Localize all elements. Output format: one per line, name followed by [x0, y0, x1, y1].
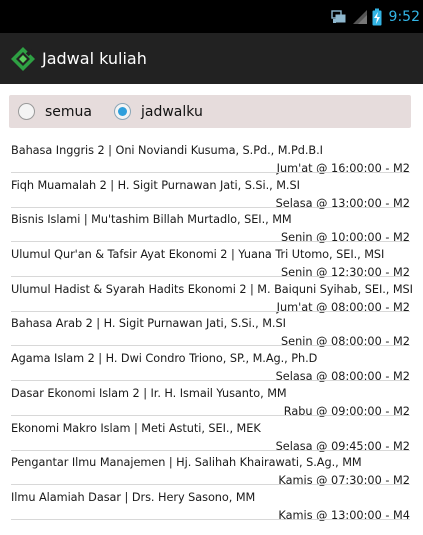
course-title: Ulumul Hadist & Syarah Hadits Ekonomi 2 …	[11, 282, 413, 296]
list-item[interactable]: Pengantar Ilmu Manajemen | Hj. Salihah K…	[0, 452, 423, 487]
radio-selected-dot	[118, 107, 127, 116]
divider	[11, 380, 410, 382]
divider	[11, 172, 410, 173]
course-time: Kamis @ 07:30:00 - M2	[278, 474, 410, 488]
radio-option-semua[interactable]: semua	[18, 103, 92, 120]
list-item[interactable]: Dasar Ekonomi Islam 2 | Ir. H. Ismail Yu…	[0, 383, 423, 418]
course-title: Ekonomi Makro Islam | Meti Astuti, SEI.,…	[11, 421, 261, 435]
course-title: Ulumul Qur'an & Tafsir Ayat Ekonomi 2 | …	[11, 248, 385, 262]
radio-label-jadwalku: jadwalku	[141, 103, 203, 120]
course-title: Fiqh Muamalah 2 | H. Sigit Purnawan Jati…	[11, 178, 300, 192]
list-item[interactable]: Fiqh Muamalah 2 | H. Sigit Purnawan Jati…	[0, 175, 423, 210]
divider	[11, 484, 410, 486]
course-title: Bisnis Islami | Mu'tashim Billah Murtadl…	[11, 213, 292, 227]
divider	[11, 518, 410, 520]
radio-option-jadwalku[interactable]: jadwalku	[114, 103, 203, 120]
battery-icon	[372, 8, 382, 26]
filter-radio-group: semua jadwalku	[9, 95, 411, 128]
course-time: Selasa @ 08:00:00 - M2	[275, 370, 410, 384]
app-title: Jadwal kuliah	[42, 49, 147, 68]
divider	[11, 310, 410, 312]
course-time: Rabu @ 09:00:00 - M2	[283, 404, 410, 418]
action-bar: Jadwal kuliah	[0, 33, 423, 84]
course-title: Bahasa Arab 2 | H. Sigit Purnawan Jati, …	[11, 317, 286, 331]
list-item[interactable]: Ulumul Qur'an & Tafsir Ayat Ekonomi 2 | …	[0, 244, 423, 279]
divider	[11, 276, 410, 278]
sync-icon	[330, 8, 348, 26]
app-logo-icon[interactable]	[10, 46, 36, 72]
divider	[11, 449, 410, 451]
list-item[interactable]: Bisnis Islami | Mu'tashim Billah Murtadl…	[0, 209, 423, 244]
radio-label-semua: semua	[45, 103, 92, 120]
divider	[11, 241, 410, 243]
signal-icon	[352, 9, 368, 25]
radio-button-jadwalku[interactable]	[114, 103, 131, 120]
course-title: Agama Islam 2 | H. Dwi Condro Triono, SP…	[11, 352, 318, 366]
status-bar: 9:52	[0, 0, 423, 33]
schedule-list: Bahasa Inggris 2 | Oni Noviandi Kusuma, …	[0, 140, 423, 522]
course-time: Senin @ 12:30:00 - M2	[281, 266, 410, 280]
radio-button-semua[interactable]	[18, 103, 35, 120]
divider	[11, 414, 410, 416]
list-item[interactable]: Bahasa Arab 2 | H. Sigit Purnawan Jati, …	[0, 313, 423, 348]
course-time: Senin @ 10:00:00 - M2	[281, 231, 410, 245]
list-item[interactable]: Ulumul Hadist & Syarah Hadits Ekonomi 2 …	[0, 279, 423, 314]
status-icons: 9:52	[330, 0, 423, 33]
course-time: Selasa @ 13:00:00 - M2	[275, 196, 410, 210]
divider	[11, 206, 410, 208]
course-time: Senin @ 08:00:00 - M2	[281, 335, 410, 349]
list-item[interactable]: Bahasa Inggris 2 | Oni Noviandi Kusuma, …	[0, 140, 423, 175]
course-title: Bahasa Inggris 2 | Oni Noviandi Kusuma, …	[11, 144, 323, 157]
course-title: Dasar Ekonomi Islam 2 | Ir. H. Ismail Yu…	[11, 386, 287, 400]
divider	[11, 345, 410, 347]
course-title: Pengantar Ilmu Manajemen | Hj. Salihah K…	[11, 456, 362, 470]
list-item[interactable]: Ilmu Alamiah Dasar | Drs. Hery Sasono, M…	[0, 487, 423, 522]
list-item[interactable]: Agama Islam 2 | H. Dwi Condro Triono, SP…	[0, 348, 423, 383]
status-clock: 9:52	[388, 8, 420, 25]
course-time: Selasa @ 09:45:00 - M2	[275, 439, 410, 453]
course-time: Kamis @ 13:00:00 - M4	[278, 508, 410, 522]
course-time: Jum'at @ 08:00:00 - M2	[276, 300, 410, 314]
course-title: Ilmu Alamiah Dasar | Drs. Hery Sasono, M…	[11, 490, 256, 504]
list-item[interactable]: Ekonomi Makro Islam | Meti Astuti, SEI.,…	[0, 418, 423, 453]
course-time: Jum'at @ 16:00:00 - M2	[276, 162, 410, 175]
